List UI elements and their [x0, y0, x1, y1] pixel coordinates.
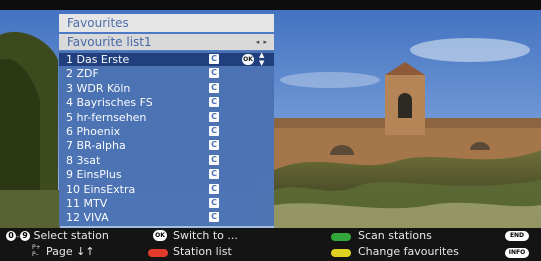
channel-name: 10 EinsExtra: [66, 182, 136, 196]
channel-row[interactable]: 4 Bayrisches FS C: [59, 96, 274, 109]
channel-c-badge-icon: C: [209, 198, 219, 208]
menu-title: Favourites: [59, 14, 274, 32]
channel-c-badge-icon: C: [209, 68, 219, 79]
channel-name: 5 hr-fernsehen: [66, 110, 147, 124]
channel-c-badge-icon: C: [209, 140, 219, 151]
channel-name: 11 MTV: [66, 197, 108, 210]
channel-row[interactable]: 5 hr-fernsehen C: [59, 111, 274, 124]
switch-to-label: Switch to ...: [173, 229, 238, 242]
channel-name: 7 BR-alpha: [66, 139, 126, 153]
channel-row[interactable]: 9 EinsPlus C: [59, 168, 274, 181]
channel-c-badge-icon: C: [209, 82, 219, 93]
channel-name: 1 Das Erste: [66, 53, 130, 66]
red-key-icon: [148, 249, 168, 257]
channel-c-badge-icon: C: [209, 154, 219, 165]
channel-name: 3 WDR Köln: [66, 81, 131, 95]
digit-9-key-icon: 9: [20, 231, 30, 241]
green-key-icon: [331, 233, 351, 241]
select-station-label: Select station: [33, 229, 109, 242]
ok-key-icon: OK: [242, 54, 254, 65]
select-station-hint: 0–9 Select station: [6, 229, 109, 242]
change-favourites-label: Change favourites: [358, 245, 459, 258]
channel-name: 4 Bayrisches FS: [66, 96, 153, 110]
info-key-icon: INFO: [505, 248, 529, 258]
channel-row[interactable]: 12 VIVA C: [59, 211, 274, 224]
left-right-arrows-icon: ◂ ▸: [255, 38, 268, 46]
station-list-label: Station list: [173, 245, 232, 258]
channel-name: 6 Phoenix: [66, 125, 121, 138]
channel-c-badge-icon: C: [209, 54, 219, 64]
channel-c-badge-icon: C: [209, 126, 219, 136]
channel-name: 2 ZDF: [66, 67, 99, 81]
channel-name: 8 3sat: [66, 153, 101, 167]
channel-row[interactable]: 8 3sat C: [59, 154, 274, 167]
top-border: [0, 0, 541, 10]
channel-name: 12 VIVA: [66, 211, 109, 225]
yellow-key-icon: [331, 249, 351, 257]
channel-row[interactable]: 3 WDR Köln C: [59, 82, 274, 95]
ok-key-icon: OK: [153, 230, 167, 241]
scan-stations-label: Scan stations: [358, 229, 432, 242]
channel-row[interactable]: 7 BR-alpha C: [59, 139, 274, 152]
channel-row[interactable]: 1 Das Erste C OK ▲ ▼: [59, 51, 274, 67]
page-label: Page ↓↑: [46, 245, 95, 258]
channel-c-badge-icon: C: [209, 212, 219, 223]
favourites-menu: Favourites Favourite list1 ◂ ▸ 1 Das Ers…: [59, 14, 274, 226]
page-minus-key-icon: P–: [32, 251, 39, 258]
key-help-bar: 0–9 Select station P+ P– Page ↓↑ OK Swit…: [0, 228, 541, 261]
channel-row[interactable]: 11 MTV C: [59, 197, 274, 210]
channel-list: 1 Das Erste C OK ▲ ▼ 2 ZDF C 3 WDR Köln C 4 Bayri…: [59, 51, 274, 226]
digit-0-key-icon: 0: [6, 231, 16, 241]
end-key-icon: END: [505, 231, 529, 241]
favourite-list-selector[interactable]: Favourite list1 ◂ ▸: [59, 34, 274, 50]
channel-row[interactable]: 10 EinsExtra C: [59, 183, 274, 196]
channel-c-badge-icon: C: [209, 111, 219, 122]
channel-row[interactable]: 2 ZDF C: [59, 67, 274, 80]
channel-row[interactable]: 6 Phoenix C: [59, 125, 274, 138]
up-down-arrows-icon: ▲ ▼: [259, 51, 265, 67]
favourite-list-name: Favourite list1: [67, 35, 152, 49]
channel-c-badge-icon: C: [209, 169, 219, 180]
channel-c-badge-icon: C: [209, 97, 219, 108]
channel-name: 9 EinsPlus: [66, 168, 122, 182]
channel-c-badge-icon: C: [209, 183, 219, 194]
